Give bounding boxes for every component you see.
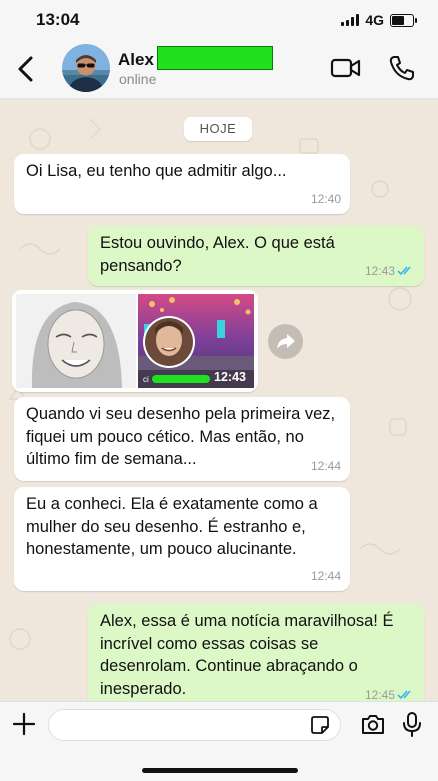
message-outgoing[interactable]: Alex, essa é uma notícia maravilhosa! É … xyxy=(88,604,424,701)
plus-icon[interactable] xyxy=(12,712,36,736)
message-incoming[interactable]: Quando vi seu desenho pela primeira vez,… xyxy=(14,397,350,481)
chat-area[interactable]: HOJE Oi Lisa, eu tenho que admitir algo.… xyxy=(0,99,438,701)
contact-name[interactable]: Alex xyxy=(118,50,154,70)
forward-icon xyxy=(277,334,295,349)
read-receipt-icon xyxy=(397,690,411,699)
image-message[interactable]: ci 12:43 xyxy=(12,290,258,392)
message-outgoing[interactable]: Estou ouvindo, Alex. O que está pensando… xyxy=(88,226,424,286)
date-separator: HOJE xyxy=(184,117,252,141)
home-indicator xyxy=(142,768,298,773)
mic-icon[interactable] xyxy=(402,711,422,737)
read-receipt-icon xyxy=(397,266,411,275)
battery-icon xyxy=(390,13,417,27)
name-redaction xyxy=(157,46,273,70)
message-time: 12:45 xyxy=(364,687,395,702)
camera-icon[interactable] xyxy=(360,712,386,736)
message-text: Quando vi seu desenho pela primeira vez,… xyxy=(26,405,336,468)
network-type: 4G xyxy=(365,12,384,28)
forward-button[interactable] xyxy=(268,324,303,359)
message-time: 12:44 xyxy=(310,458,341,473)
video-call-icon[interactable] xyxy=(330,54,362,82)
message-text: Oi Lisa, eu tenho que admitir algo... xyxy=(26,162,287,180)
status-indicators: 4G xyxy=(341,12,417,28)
input-bar xyxy=(0,701,438,781)
status-bar: 13:04 4G xyxy=(0,0,438,40)
message-time: 12:44 xyxy=(310,568,341,583)
message-text: Eu a conheci. Ela é exatamente como a mu… xyxy=(26,495,318,558)
sticker-icon[interactable] xyxy=(310,715,330,735)
status-time: 13:04 xyxy=(36,10,80,29)
contact-status: online xyxy=(119,71,157,87)
message-input[interactable] xyxy=(48,709,341,741)
phone-icon[interactable] xyxy=(388,54,416,82)
signal-icon xyxy=(341,14,360,26)
message-time: 12:43 xyxy=(214,370,246,384)
message-time: 12:43 xyxy=(364,263,395,278)
avatar[interactable] xyxy=(62,44,110,92)
back-icon[interactable] xyxy=(14,54,38,84)
message-incoming[interactable]: Eu a conheci. Ela é exatamente como a mu… xyxy=(14,487,350,591)
message-time: 12:40 xyxy=(310,191,341,206)
svg-text:ci: ci xyxy=(143,375,149,384)
battery-level xyxy=(392,15,405,25)
chat-header: Alex online xyxy=(0,40,438,99)
message-incoming[interactable]: Oi Lisa, eu tenho que admitir algo... 12… xyxy=(14,154,350,214)
